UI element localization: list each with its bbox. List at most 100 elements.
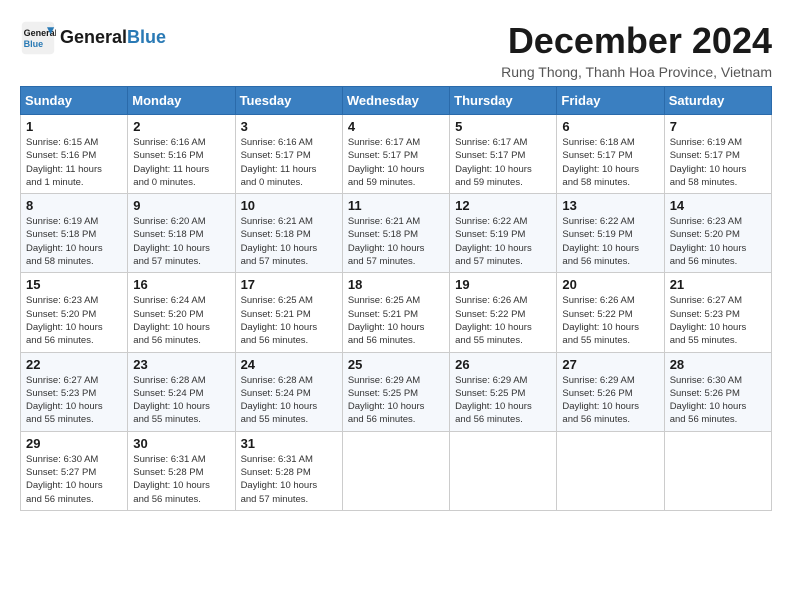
day-info: Sunrise: 6:16 AM Sunset: 5:17 PM Dayligh… (241, 136, 337, 189)
day-cell: 25 Sunrise: 6:29 AM Sunset: 5:25 PM Dayli… (342, 352, 449, 431)
day-cell (664, 431, 771, 510)
weekday-header-tuesday: Tuesday (235, 87, 342, 115)
day-cell: 8 Sunrise: 6:19 AM Sunset: 5:18 PM Daylig… (21, 194, 128, 273)
day-cell: 30Sunrise: 6:31 AM Sunset: 5:28 PM Dayli… (128, 431, 235, 510)
day-number: 3 (241, 119, 337, 134)
day-info: Sunrise: 6:30 AM Sunset: 5:27 PM Dayligh… (26, 453, 122, 506)
day-cell: 3 Sunrise: 6:16 AM Sunset: 5:17 PM Daylig… (235, 115, 342, 194)
page-header: General Blue GeneralBlue December 2024 R… (20, 20, 772, 80)
day-number: 14 (670, 198, 766, 213)
week-row-5: 29 Sunrise: 6:30 AM Sunset: 5:27 PM Dayli… (21, 431, 772, 510)
day-cell: 5 Sunrise: 6:17 AM Sunset: 5:17 PM Daylig… (450, 115, 557, 194)
day-number: 10 (241, 198, 337, 213)
day-info: Sunrise: 6:19 AM Sunset: 5:17 PM Dayligh… (670, 136, 766, 189)
location: Rung Thong, Thanh Hoa Province, Vietnam (501, 64, 772, 80)
day-number: 28 (670, 357, 766, 372)
day-cell: 31 Sunrise: 6:31 AM Sunset: 5:28 PM Dayli… (235, 431, 342, 510)
day-info: Sunrise: 6:31 AM Sunset: 5:28 PM Dayligh… (241, 453, 337, 506)
day-number: 15 (26, 277, 122, 292)
weekday-header-wednesday: Wednesday (342, 87, 449, 115)
day-number: 24 (241, 357, 337, 372)
day-cell: 4Sunrise: 6:17 AM Sunset: 5:17 PM Daylig… (342, 115, 449, 194)
day-cell: 27 Sunrise: 6:29 AM Sunset: 5:26 PM Dayli… (557, 352, 664, 431)
day-number: 16 (133, 277, 229, 292)
day-info: Sunrise: 6:28 AM Sunset: 5:24 PM Dayligh… (241, 374, 337, 427)
day-number: 1 (26, 119, 122, 134)
day-cell: 16Sunrise: 6:24 AM Sunset: 5:20 PM Dayli… (128, 273, 235, 352)
day-cell: 26 Sunrise: 6:29 AM Sunset: 5:25 PM Dayli… (450, 352, 557, 431)
weekday-header-row: SundayMondayTuesdayWednesdayThursdayFrid… (21, 87, 772, 115)
day-info: Sunrise: 6:22 AM Sunset: 5:19 PM Dayligh… (455, 215, 551, 268)
day-number: 25 (348, 357, 444, 372)
day-cell: 24 Sunrise: 6:28 AM Sunset: 5:24 PM Dayli… (235, 352, 342, 431)
day-cell: 20Sunrise: 6:26 AM Sunset: 5:22 PM Dayli… (557, 273, 664, 352)
day-cell: 23 Sunrise: 6:28 AM Sunset: 5:24 PM Dayli… (128, 352, 235, 431)
day-info: Sunrise: 6:20 AM Sunset: 5:18 PM Dayligh… (133, 215, 229, 268)
day-cell: 28 Sunrise: 6:30 AM Sunset: 5:26 PM Dayli… (664, 352, 771, 431)
svg-text:Blue: Blue (24, 39, 44, 49)
day-number: 17 (241, 277, 337, 292)
day-number: 26 (455, 357, 551, 372)
day-cell: 2 Sunrise: 6:16 AM Sunset: 5:16 PM Daylig… (128, 115, 235, 194)
day-cell (342, 431, 449, 510)
day-number: 2 (133, 119, 229, 134)
day-info: Sunrise: 6:23 AM Sunset: 5:20 PM Dayligh… (670, 215, 766, 268)
weekday-header-sunday: Sunday (21, 87, 128, 115)
day-cell: 11 Sunrise: 6:21 AM Sunset: 5:18 PM Dayli… (342, 194, 449, 273)
day-number: 6 (562, 119, 658, 134)
day-info: Sunrise: 6:16 AM Sunset: 5:16 PM Dayligh… (133, 136, 229, 189)
day-number: 30 (133, 436, 229, 451)
day-info: Sunrise: 6:27 AM Sunset: 5:23 PM Dayligh… (26, 374, 122, 427)
logo-icon: General Blue (20, 20, 56, 56)
day-info: Sunrise: 6:21 AM Sunset: 5:18 PM Dayligh… (348, 215, 444, 268)
day-cell: 19 Sunrise: 6:26 AM Sunset: 5:22 PM Dayli… (450, 273, 557, 352)
week-row-4: 22 Sunrise: 6:27 AM Sunset: 5:23 PM Dayli… (21, 352, 772, 431)
day-cell (557, 431, 664, 510)
day-number: 7 (670, 119, 766, 134)
day-cell: 22 Sunrise: 6:27 AM Sunset: 5:23 PM Dayli… (21, 352, 128, 431)
day-number: 27 (562, 357, 658, 372)
day-info: Sunrise: 6:25 AM Sunset: 5:21 PM Dayligh… (241, 294, 337, 347)
day-info: Sunrise: 6:28 AM Sunset: 5:24 PM Dayligh… (133, 374, 229, 427)
day-info: Sunrise: 6:29 AM Sunset: 5:25 PM Dayligh… (455, 374, 551, 427)
calendar-table: SundayMondayTuesdayWednesdayThursdayFrid… (20, 86, 772, 511)
title-section: December 2024 Rung Thong, Thanh Hoa Prov… (501, 20, 772, 80)
day-number: 11 (348, 198, 444, 213)
day-cell: 12Sunrise: 6:22 AM Sunset: 5:19 PM Dayli… (450, 194, 557, 273)
day-info: Sunrise: 6:15 AM Sunset: 5:16 PM Dayligh… (26, 136, 122, 189)
day-cell (450, 431, 557, 510)
day-info: Sunrise: 6:22 AM Sunset: 5:19 PM Dayligh… (562, 215, 658, 268)
day-cell: 15 Sunrise: 6:23 AM Sunset: 5:20 PM Dayli… (21, 273, 128, 352)
day-number: 18 (348, 277, 444, 292)
day-cell: 29 Sunrise: 6:30 AM Sunset: 5:27 PM Dayli… (21, 431, 128, 510)
day-cell: 1 Sunrise: 6:15 AM Sunset: 5:16 PM Daylig… (21, 115, 128, 194)
day-number: 8 (26, 198, 122, 213)
weekday-header-saturday: Saturday (664, 87, 771, 115)
day-cell: 17 Sunrise: 6:25 AM Sunset: 5:21 PM Dayli… (235, 273, 342, 352)
week-row-2: 8 Sunrise: 6:19 AM Sunset: 5:18 PM Daylig… (21, 194, 772, 273)
day-cell: 7 Sunrise: 6:19 AM Sunset: 5:17 PM Daylig… (664, 115, 771, 194)
day-cell: 14 Sunrise: 6:23 AM Sunset: 5:20 PM Dayli… (664, 194, 771, 273)
day-info: Sunrise: 6:29 AM Sunset: 5:25 PM Dayligh… (348, 374, 444, 427)
day-number: 23 (133, 357, 229, 372)
day-info: Sunrise: 6:26 AM Sunset: 5:22 PM Dayligh… (455, 294, 551, 347)
day-info: Sunrise: 6:29 AM Sunset: 5:26 PM Dayligh… (562, 374, 658, 427)
weekday-header-friday: Friday (557, 87, 664, 115)
day-cell: 18Sunrise: 6:25 AM Sunset: 5:21 PM Dayli… (342, 273, 449, 352)
logo: General Blue GeneralBlue (20, 20, 166, 56)
day-info: Sunrise: 6:17 AM Sunset: 5:17 PM Dayligh… (455, 136, 551, 189)
day-cell: 21Sunrise: 6:27 AM Sunset: 5:23 PM Dayli… (664, 273, 771, 352)
day-number: 29 (26, 436, 122, 451)
day-number: 22 (26, 357, 122, 372)
day-number: 5 (455, 119, 551, 134)
day-number: 9 (133, 198, 229, 213)
day-info: Sunrise: 6:23 AM Sunset: 5:20 PM Dayligh… (26, 294, 122, 347)
day-number: 19 (455, 277, 551, 292)
day-cell: 6Sunrise: 6:18 AM Sunset: 5:17 PM Daylig… (557, 115, 664, 194)
day-info: Sunrise: 6:19 AM Sunset: 5:18 PM Dayligh… (26, 215, 122, 268)
day-info: Sunrise: 6:21 AM Sunset: 5:18 PM Dayligh… (241, 215, 337, 268)
day-number: 13 (562, 198, 658, 213)
day-cell: 9 Sunrise: 6:20 AM Sunset: 5:18 PM Daylig… (128, 194, 235, 273)
day-number: 31 (241, 436, 337, 451)
day-info: Sunrise: 6:30 AM Sunset: 5:26 PM Dayligh… (670, 374, 766, 427)
